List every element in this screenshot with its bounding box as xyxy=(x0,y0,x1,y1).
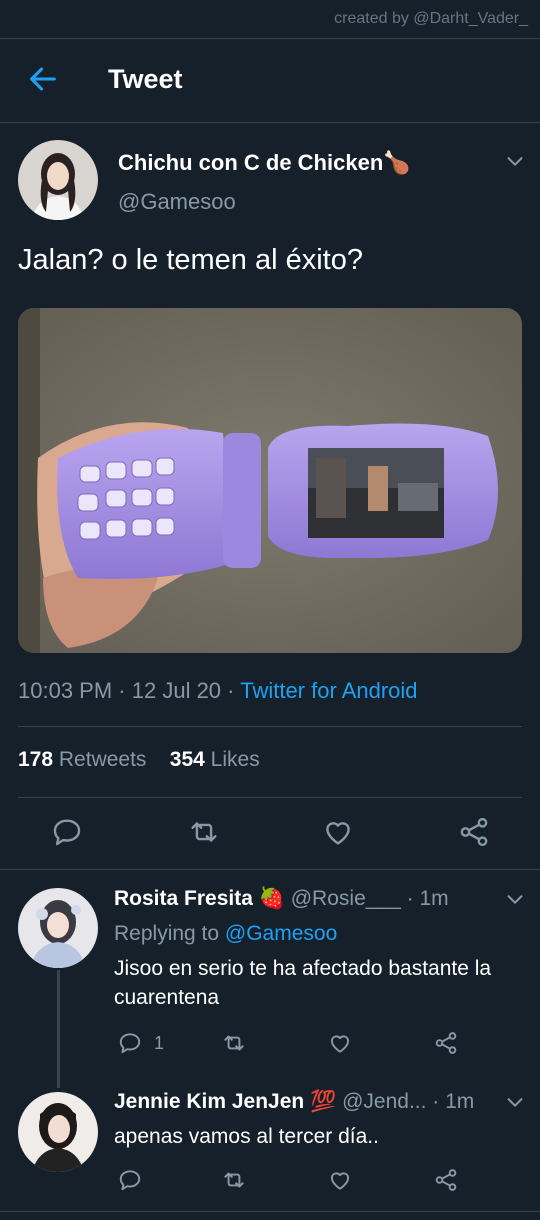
reply-author-handle[interactable]: @Rosie___ xyxy=(291,887,401,910)
reply-icon[interactable] xyxy=(117,1167,143,1193)
thread-line xyxy=(57,970,60,1088)
divider xyxy=(18,726,522,727)
reply-text: Jisoo en serio te ha afectado bastante l… xyxy=(114,957,492,1009)
share-icon[interactable] xyxy=(457,815,491,849)
retweet-icon[interactable] xyxy=(221,1167,247,1193)
tweet-date: 12 Jul 20 xyxy=(131,678,222,703)
reply-author-name[interactable]: Jennie Kim JenJen xyxy=(114,1090,304,1113)
reply-header: Jennie Kim JenJen 💯 @Jend... · 1m xyxy=(114,1090,474,1114)
retweets-count: 178 xyxy=(18,748,54,771)
meta-separator: · xyxy=(118,678,126,703)
retweets-label: Retweets xyxy=(58,748,147,771)
reply-header: Rosita Fresita 🍓 @Rosie___ · 1m xyxy=(114,887,449,911)
reply-icon[interactable] xyxy=(50,815,84,849)
author-name-text: Chichu con C de Chicken xyxy=(118,150,384,175)
replying-to-label: Replying to xyxy=(114,922,220,945)
divider xyxy=(0,38,540,39)
reply-avatar[interactable] xyxy=(18,888,98,968)
page-title: Tweet xyxy=(108,64,183,94)
replying-to-handle[interactable]: @Gamesoo xyxy=(225,922,337,945)
top-bar: Tweet xyxy=(0,40,540,122)
drumstick-emoji: 🍗 xyxy=(383,150,411,175)
reply-count: 1 xyxy=(154,1033,165,1053)
author-name[interactable]: Chichu con C de Chicken🍗 xyxy=(118,150,411,176)
likes-stat[interactable]: 354 Likes xyxy=(170,748,260,771)
heart-icon[interactable] xyxy=(327,1030,353,1056)
hundred-emoji: 💯 xyxy=(310,1090,337,1113)
divider xyxy=(18,797,522,798)
back-arrow-icon[interactable] xyxy=(26,62,60,96)
reply-time: · 1m xyxy=(406,887,449,910)
retweet-icon[interactable] xyxy=(221,1030,247,1056)
likes-count: 354 xyxy=(169,748,205,771)
reply-avatar[interactable] xyxy=(18,1092,98,1172)
reply-author-handle[interactable]: @Jend... xyxy=(342,1090,426,1113)
replying-to: Replying to @Gamesoo xyxy=(114,922,337,946)
reply-icon[interactable] xyxy=(117,1030,143,1056)
tweet-source-link[interactable]: Twitter for Android xyxy=(240,678,417,703)
heart-icon[interactable] xyxy=(321,815,355,849)
divider xyxy=(0,869,540,870)
watermark: created by @Darht_Vader_ xyxy=(334,10,528,27)
tweet-text: Jalan? o le temen al éxito? xyxy=(18,244,363,276)
tweet-photo[interactable] xyxy=(18,308,522,653)
heart-icon[interactable] xyxy=(327,1167,353,1193)
share-icon[interactable] xyxy=(433,1030,459,1056)
reply-text: apenas vamos al tercer día.. xyxy=(114,1125,379,1148)
reply-author-name[interactable]: Rosita Fresita xyxy=(114,887,253,910)
author-handle[interactable]: @Gamesoo xyxy=(118,189,236,215)
reply-time: · 1m xyxy=(432,1090,475,1113)
strawberry-emoji: 🍓 xyxy=(258,887,285,910)
divider xyxy=(0,122,540,123)
tweet-time: 10:03 PM xyxy=(18,678,113,703)
meta-separator: · xyxy=(227,678,235,703)
chevron-down-icon[interactable] xyxy=(504,888,526,910)
tweet-stats: 178 Retweets 354 Likes xyxy=(18,748,260,772)
likes-label: Likes xyxy=(210,748,260,771)
retweet-icon[interactable] xyxy=(187,815,221,849)
avatar[interactable] xyxy=(18,140,98,220)
retweets-stat[interactable]: 178 Retweets xyxy=(18,748,146,771)
chevron-down-icon[interactable] xyxy=(504,1091,526,1113)
share-icon[interactable] xyxy=(433,1167,459,1193)
divider xyxy=(0,1211,540,1212)
tweet-meta: 10:03 PM · 12 Jul 20 · Twitter for Andro… xyxy=(18,678,418,704)
chevron-down-icon[interactable] xyxy=(504,150,526,172)
